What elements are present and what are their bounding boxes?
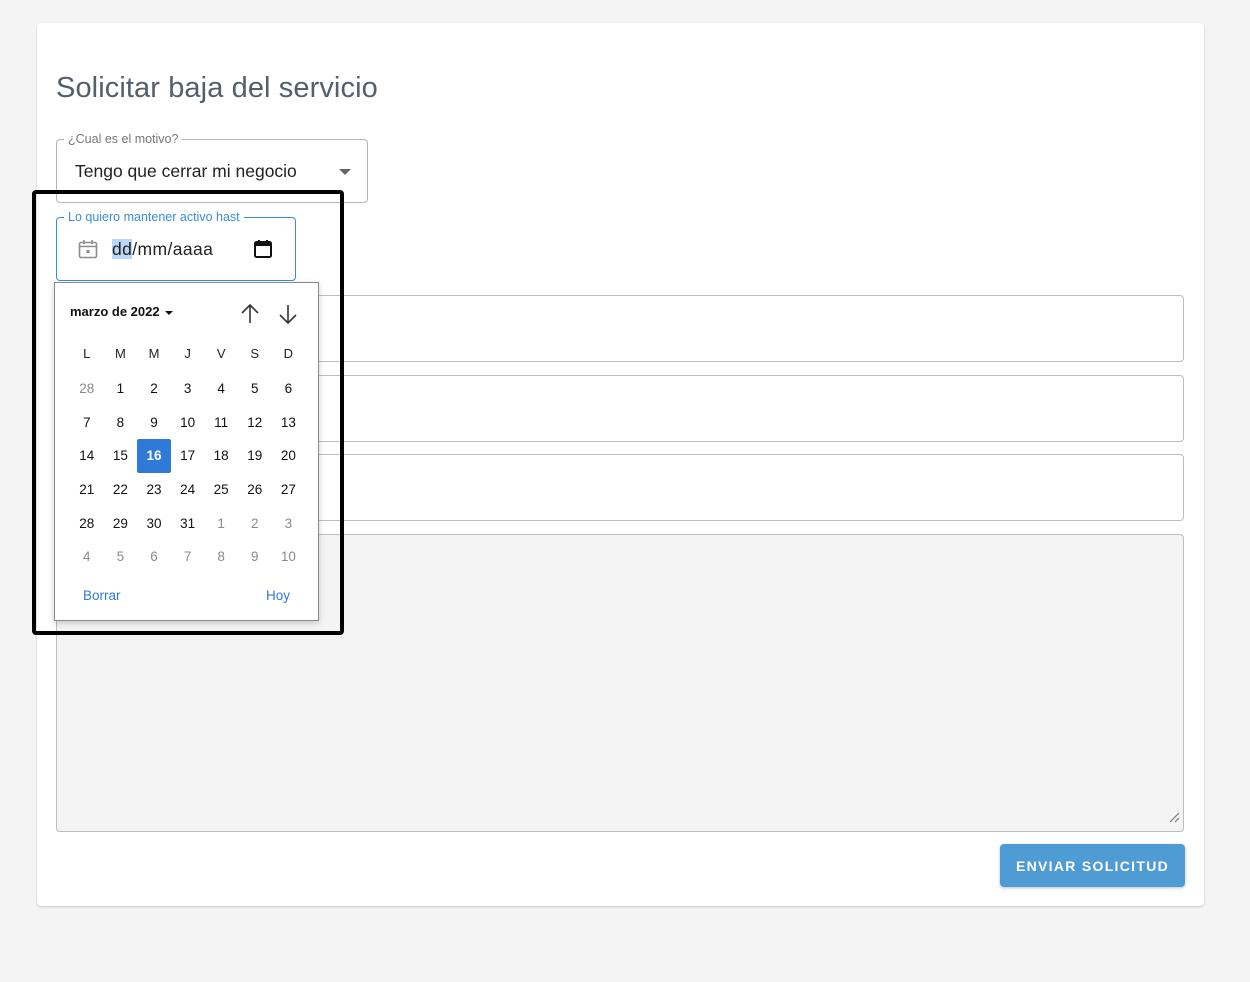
day-cell[interactable]: 6 — [137, 540, 171, 574]
calendar-icon — [77, 238, 99, 265]
month-year-dropdown[interactable]: marzo de 2022 — [70, 304, 173, 319]
day-cell[interactable]: 22 — [104, 473, 138, 507]
day-cell[interactable]: 11 — [204, 406, 238, 440]
date-picker-popup: marzo de 2022 L M M J V S D 28 1 2 3 4 5 6 7 8 9 1… — [54, 282, 319, 621]
reason-label: ¿Cual es el motivo? — [64, 131, 183, 147]
day-cell[interactable]: 31 — [171, 506, 205, 540]
arrow-down-icon[interactable] — [277, 302, 299, 331]
caret-down-icon — [164, 310, 173, 315]
day-cell[interactable]: 23 — [137, 473, 171, 507]
day-cell[interactable]: 7 — [70, 406, 104, 440]
active-until-date-field[interactable]: Lo quiero mantener activo hast dd/mm/aaa… — [56, 209, 296, 281]
reason-value: Tengo que cerrar mi negocio — [75, 161, 297, 181]
day-cell[interactable]: 2 — [137, 372, 171, 406]
day-cell[interactable]: 15 — [104, 439, 138, 473]
arrow-up-icon[interactable] — [239, 302, 261, 331]
day-cell[interactable]: 13 — [272, 406, 306, 440]
page-title: Solicitar baja del servicio — [56, 72, 378, 104]
weekday-header: L M M J V S D — [70, 346, 305, 361]
date-rest-segment[interactable]: /mm/aaaa — [132, 239, 213, 259]
day-cell[interactable]: 6 — [272, 372, 306, 406]
active-until-label: Lo quiero mantener activo hast — [64, 209, 244, 225]
weekday-label: M — [114, 346, 126, 361]
day-cell[interactable]: 3 — [171, 372, 205, 406]
day-cell[interactable]: 18 — [204, 439, 238, 473]
day-cell[interactable]: 9 — [137, 406, 171, 440]
weekday-label: L — [83, 346, 91, 361]
date-day-segment[interactable]: dd — [112, 239, 133, 259]
day-cell[interactable]: 28 — [70, 506, 104, 540]
day-cell[interactable]: 17 — [171, 439, 205, 473]
day-grid: 28 1 2 3 4 5 6 7 8 9 10 11 12 13 14 15 16 17 18 19 20 21 22 23 2… — [70, 372, 305, 574]
day-cell[interactable]: 8 — [204, 540, 238, 574]
calendar-picker-icon[interactable] — [253, 239, 273, 264]
day-cell[interactable]: 1 — [104, 372, 138, 406]
month-year-label: marzo de 2022 — [70, 304, 160, 319]
day-cell[interactable]: 25 — [204, 473, 238, 507]
day-cell[interactable]: 2 — [238, 506, 272, 540]
today-button[interactable]: Hoy — [266, 588, 290, 603]
day-cell[interactable]: 10 — [272, 540, 306, 574]
day-cell[interactable]: 26 — [238, 473, 272, 507]
day-cell[interactable]: 9 — [238, 540, 272, 574]
day-cell[interactable]: 3 — [272, 506, 306, 540]
weekday-label: J — [184, 346, 191, 361]
day-cell[interactable]: 1 — [204, 506, 238, 540]
day-cell[interactable]: 24 — [171, 473, 205, 507]
day-cell[interactable]: 10 — [171, 406, 205, 440]
day-cell[interactable]: 14 — [70, 439, 104, 473]
day-cell[interactable]: 5 — [238, 372, 272, 406]
day-cell[interactable]: 29 — [104, 506, 138, 540]
day-cell[interactable]: 7 — [171, 540, 205, 574]
resize-handle-icon[interactable] — [1168, 810, 1180, 828]
reason-select[interactable]: ¿Cual es el motivo? Tengo que cerrar mi … — [56, 131, 368, 203]
day-cell[interactable]: 27 — [272, 473, 306, 507]
weekday-label: D — [283, 346, 294, 361]
day-cell[interactable]: 20 — [272, 439, 306, 473]
day-cell[interactable]: 8 — [104, 406, 138, 440]
day-cell[interactable]: 12 — [238, 406, 272, 440]
clear-date-button[interactable]: Borrar — [83, 588, 121, 603]
weekday-label: V — [216, 346, 226, 361]
day-cell[interactable]: 4 — [70, 540, 104, 574]
submit-request-button[interactable]: ENVIAR SOLICITUD — [1000, 844, 1185, 887]
day-cell[interactable]: 4 — [204, 372, 238, 406]
weekday-label: S — [250, 346, 260, 361]
weekday-label: M — [148, 346, 160, 361]
caret-down-icon — [339, 169, 351, 175]
day-cell[interactable]: 28 — [70, 372, 104, 406]
day-cell[interactable]: 21 — [70, 473, 104, 507]
day-cell[interactable]: 5 — [104, 540, 138, 574]
day-cell-selected[interactable]: 16 — [137, 439, 171, 473]
day-cell[interactable]: 30 — [137, 506, 171, 540]
date-input[interactable]: dd/mm/aaaa — [112, 239, 220, 260]
day-cell[interactable]: 19 — [238, 439, 272, 473]
